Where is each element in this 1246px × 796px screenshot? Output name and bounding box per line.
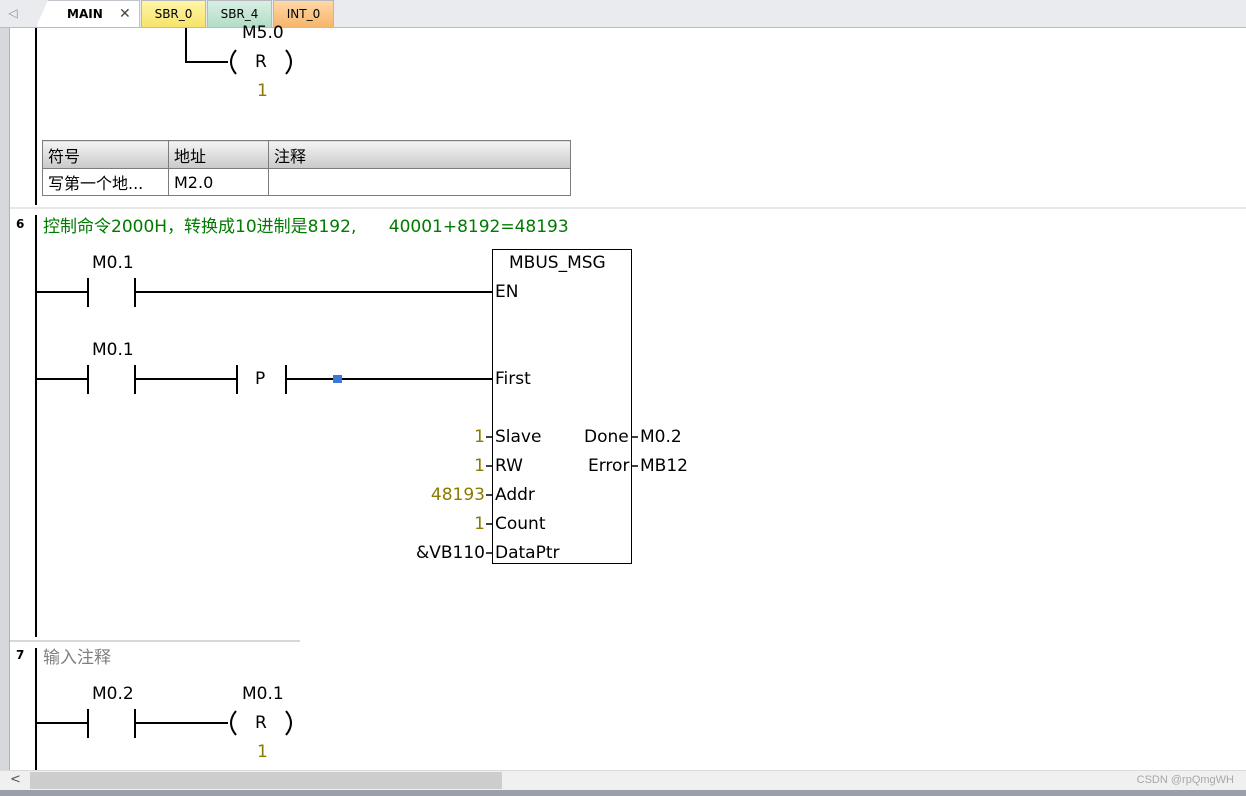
symbol-table: 符号 地址 注释 写第一个地... M2.0 — [42, 140, 571, 196]
block-title: MBUS_MSG — [509, 253, 606, 273]
symbol-table-header-comment: 注释 — [268, 140, 571, 169]
input-slave-value[interactable]: 1 — [474, 427, 485, 447]
symbol-table-header-address: 地址 — [168, 140, 269, 169]
symbol-table-cell-address[interactable]: M2.0 — [168, 168, 269, 196]
symbol-table-cell-symbol[interactable]: 写第一个地... — [42, 168, 169, 196]
scroll-left-icon[interactable]: < — [10, 772, 21, 787]
horizontal-scrollbar[interactable]: < — [0, 770, 1246, 791]
table-row: 写第一个地... M2.0 — [42, 168, 571, 196]
pin-first: First — [495, 369, 531, 389]
cursor-marker — [333, 375, 342, 383]
pin-dataptr: DataPtr — [495, 543, 560, 563]
pin-slave: Slave — [495, 427, 542, 447]
scrollbar-thumb[interactable] — [30, 772, 502, 789]
pulse-contact-label[interactable]: P — [255, 369, 265, 389]
network-7-comment[interactable]: 输入注释 — [43, 648, 111, 668]
network-number-7[interactable]: 7 — [16, 648, 24, 662]
coil-n5-count: 1 — [257, 81, 268, 101]
coil-n5-left-paren — [230, 49, 237, 75]
pin-done: Done — [584, 427, 629, 447]
input-rw-value[interactable]: 1 — [474, 456, 485, 476]
coil-n7-type[interactable]: R — [255, 713, 267, 733]
coil-n5-type: R — [255, 52, 267, 72]
pin-rw: RW — [495, 456, 523, 476]
network-6-comment[interactable]: 控制命令2000H，转换成10进制是8192, 40001+8192=48193 — [43, 217, 569, 237]
coil-n7-left-paren — [230, 710, 237, 736]
output-done-value[interactable]: M0.2 — [640, 427, 682, 447]
watermark: CSDN @rpQmgWH — [1136, 774, 1234, 786]
network-number-6[interactable]: 6 — [16, 217, 24, 231]
coil-n5-right-paren — [285, 49, 292, 75]
symbol-table-header-symbol: 符号 — [42, 140, 169, 169]
input-addr-value[interactable]: 48193 — [431, 485, 485, 505]
contact-n6-1-address[interactable]: M0.1 — [92, 253, 134, 273]
output-error-value[interactable]: MB12 — [640, 456, 688, 476]
contact-n6-2-address[interactable]: M0.1 — [92, 340, 134, 360]
input-count-value[interactable]: 1 — [474, 514, 485, 534]
coil-n5-address: M5.0 — [242, 23, 284, 43]
coil-n7-right-paren — [285, 710, 292, 736]
symbol-table-cell-comment[interactable] — [268, 168, 571, 196]
coil-n7-count[interactable]: 1 — [257, 742, 268, 762]
window-bottom-edge — [0, 790, 1246, 796]
pin-count: Count — [495, 514, 546, 534]
pin-en: EN — [495, 282, 519, 302]
wire-n5-coil — [185, 28, 228, 63]
contact-n7-address[interactable]: M0.2 — [92, 684, 134, 704]
coil-n7-address[interactable]: M0.1 — [242, 684, 284, 704]
pin-error: Error — [588, 456, 630, 476]
input-dataptr-value[interactable]: &VB110 — [416, 543, 485, 563]
pin-addr: Addr — [495, 485, 535, 505]
